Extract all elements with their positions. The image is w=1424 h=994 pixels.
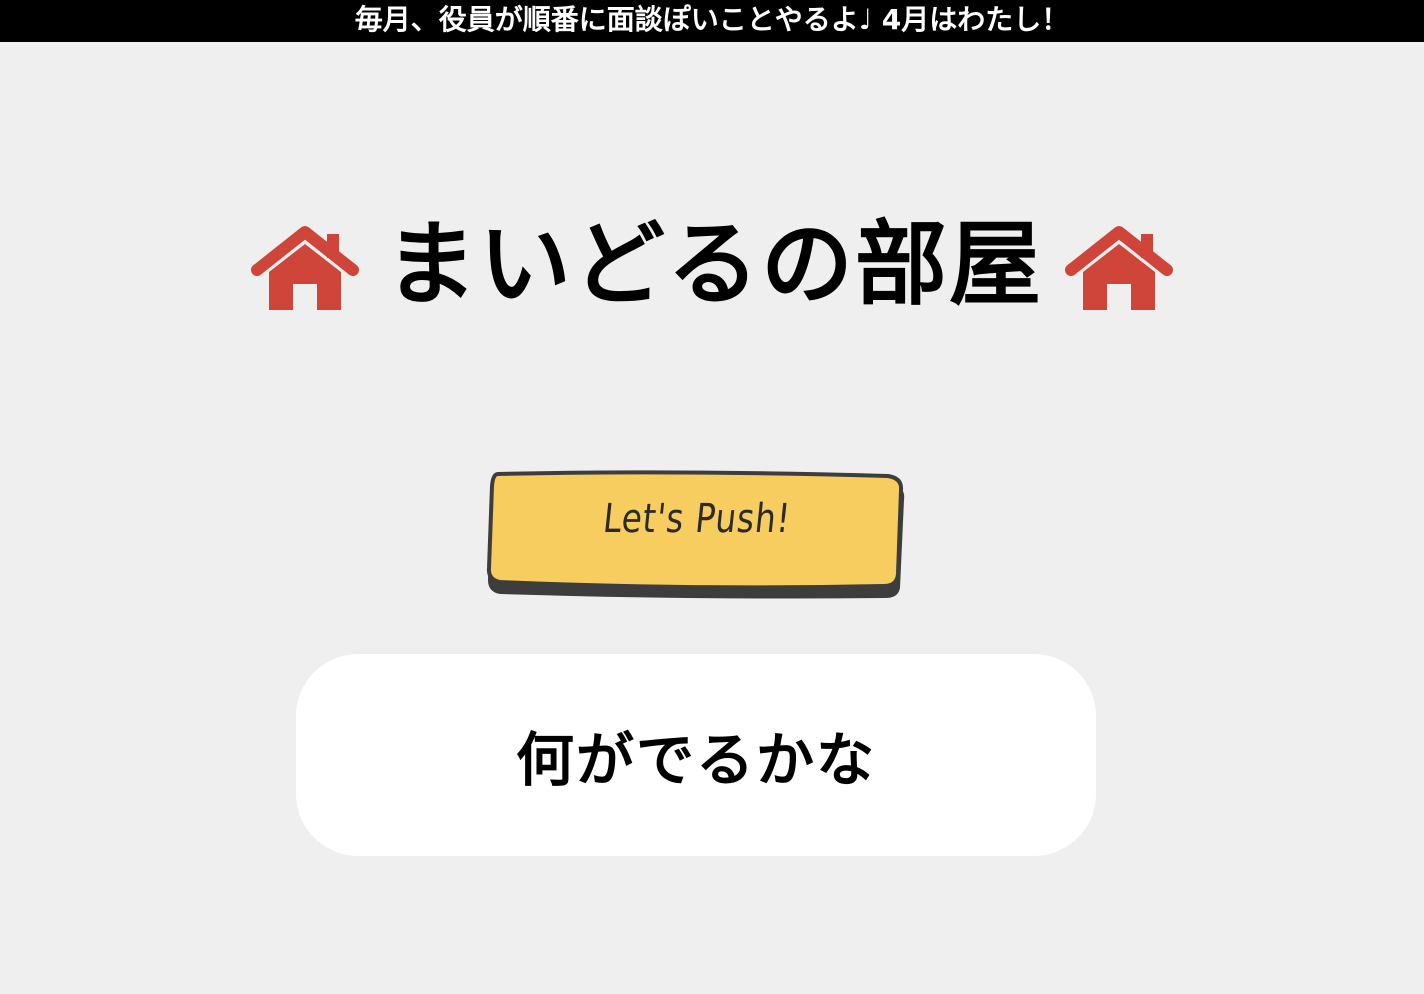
result-panel: 何がでるかな xyxy=(296,654,1096,856)
lets-push-button[interactable]: Let's Push! xyxy=(486,470,906,602)
banner-text: 毎月、役員が順番に面談ぽいことやるよ♩ 4月はわたし！ xyxy=(354,3,1070,36)
page-title: まいどるの部屋 xyxy=(384,211,1043,318)
result-text: 何がでるかな xyxy=(515,726,876,794)
push-button-label: Let's Push! xyxy=(600,496,794,542)
house-icon xyxy=(1065,226,1173,310)
top-banner: 毎月、役員が順番に面談ぽいことやるよ♩ 4月はわたし！ xyxy=(0,0,1424,42)
house-icon xyxy=(250,226,359,310)
page-header: まいどるの部屋 xyxy=(0,210,1424,320)
